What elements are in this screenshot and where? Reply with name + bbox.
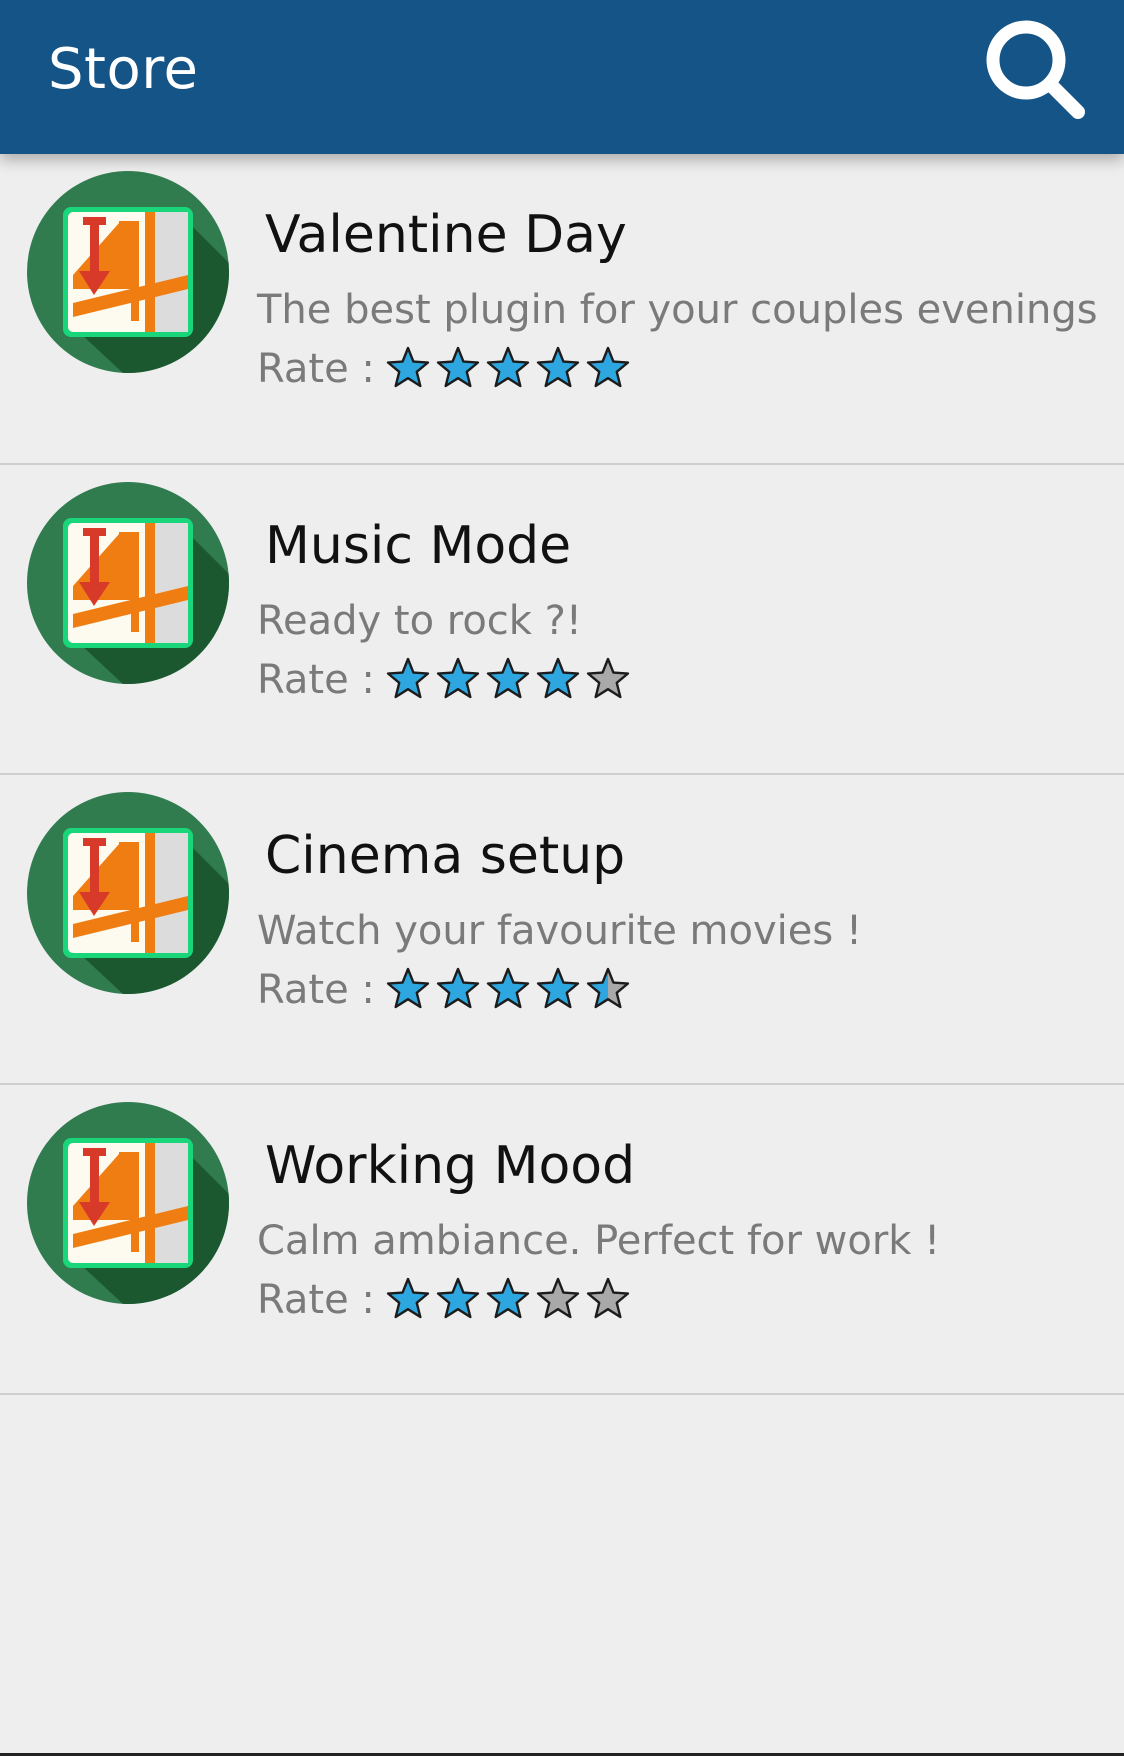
rate-label: Rate : — [257, 967, 375, 1013]
star-filled-icon — [536, 967, 580, 1009]
rate-label: Rate : — [257, 1277, 375, 1323]
rate-label: Rate : — [257, 657, 375, 703]
page-title: Store — [48, 37, 199, 102]
star-empty-icon — [586, 657, 630, 699]
list-item[interactable]: Music Mode Ready to rock ?! Rate : — [0, 465, 1124, 775]
star-filled-icon — [486, 346, 530, 388]
item-title: Cinema setup — [265, 826, 626, 886]
item-title: Music Mode — [265, 516, 572, 576]
star-filled-icon — [536, 346, 580, 388]
app-bar: Store — [0, 0, 1124, 154]
item-rating: Rate : — [257, 344, 635, 394]
search-icon[interactable] — [980, 14, 1090, 124]
plugin-app-icon — [27, 792, 229, 994]
star-filled-icon — [386, 967, 430, 1009]
star-rating — [385, 1277, 635, 1323]
item-description: Calm ambiance. Perfect for work ! — [257, 1218, 941, 1264]
plugin-app-icon — [27, 1102, 229, 1304]
item-description: The best plugin for your couples evening… — [257, 287, 1098, 333]
rate-label: Rate : — [257, 346, 375, 392]
item-rating: Rate : — [257, 965, 635, 1015]
search-button[interactable] — [980, 14, 1090, 124]
plugin-app-icon — [27, 482, 229, 684]
item-title: Valentine Day — [265, 205, 627, 265]
star-filled-icon — [486, 1277, 530, 1319]
list-item[interactable]: Working Mood Calm ambiance. Perfect for … — [0, 1085, 1124, 1395]
star-filled-icon — [436, 1277, 480, 1319]
star-rating — [385, 967, 635, 1013]
star-filled-icon — [486, 657, 530, 699]
star-filled-icon — [586, 346, 630, 388]
star-filled-icon — [436, 967, 480, 1009]
plugin-app-icon — [27, 171, 229, 373]
star-half-icon — [586, 967, 630, 1009]
item-description: Ready to rock ?! — [257, 598, 582, 644]
star-filled-icon — [486, 967, 530, 1009]
star-filled-icon — [536, 657, 580, 699]
item-rating: Rate : — [257, 655, 635, 705]
star-filled-icon — [386, 657, 430, 699]
item-title: Working Mood — [265, 1136, 636, 1196]
list-item[interactable]: Valentine Day The best plugin for your c… — [0, 154, 1124, 465]
item-description: Watch your favourite movies ! — [257, 908, 862, 954]
star-empty-icon — [536, 1277, 580, 1319]
star-filled-icon — [386, 1277, 430, 1319]
star-filled-icon — [436, 346, 480, 388]
star-rating — [385, 346, 635, 392]
star-filled-icon — [436, 657, 480, 699]
star-filled-icon — [386, 346, 430, 388]
plugin-list: Valentine Day The best plugin for your c… — [0, 154, 1124, 1395]
list-item[interactable]: Cinema setup Watch your favourite movies… — [0, 775, 1124, 1085]
star-rating — [385, 657, 635, 703]
star-empty-icon — [586, 1277, 630, 1319]
item-rating: Rate : — [257, 1275, 635, 1325]
